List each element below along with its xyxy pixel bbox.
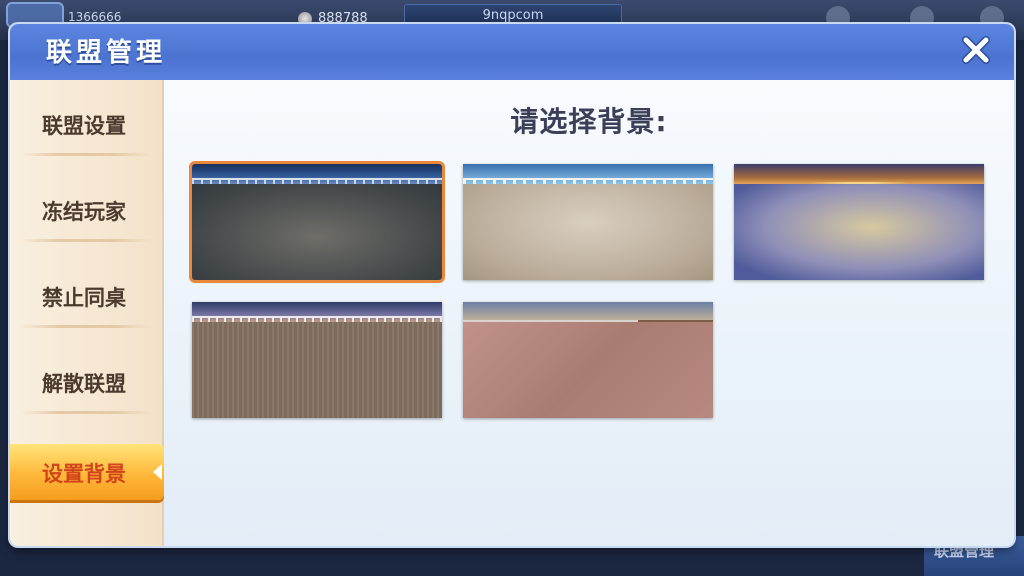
thumb-floor xyxy=(192,322,442,418)
sidebar-item-set-background[interactable]: 设置背景 xyxy=(10,444,164,500)
sidebar-item-label: 联盟设置 xyxy=(42,114,126,138)
background-option-2[interactable] xyxy=(463,164,713,280)
background-option-1[interactable] xyxy=(192,164,442,280)
sidebar-item-league-settings[interactable]: 联盟设置 xyxy=(10,90,162,156)
background-option-3[interactable] xyxy=(734,164,984,280)
thumb-floor xyxy=(463,322,713,418)
sidebar-item-dissolve-league[interactable]: 解散联盟 xyxy=(10,348,162,414)
close-button[interactable] xyxy=(958,32,994,68)
dialog-title: 联盟管理 xyxy=(46,38,167,68)
sidebar-item-label: 解散联盟 xyxy=(42,372,126,396)
close-icon xyxy=(962,36,990,64)
divider xyxy=(20,239,152,242)
background-option-5[interactable] xyxy=(463,302,713,418)
divider xyxy=(20,411,152,414)
thumb-sky xyxy=(463,302,713,322)
page-title: 请选择背景: xyxy=(510,105,668,138)
site-label: 9nqpcom xyxy=(482,8,544,23)
sidebar-item-ban-same-table[interactable]: 禁止同桌 xyxy=(10,262,162,328)
background-picker: 请选择背景: xyxy=(164,80,1014,546)
sidebar: 联盟设置 冻结玩家 禁止同桌 解散联盟 设置背景 xyxy=(10,80,164,546)
sidebar-item-label: 冻结玩家 xyxy=(42,200,126,224)
title-bar: 联盟管理 xyxy=(10,24,1014,80)
sidebar-item-label: 设置背景 xyxy=(42,462,126,486)
thumb-sky xyxy=(734,164,984,184)
sidebar-item-freeze-player[interactable]: 冻结玩家 xyxy=(10,176,162,242)
sidebar-item-label: 禁止同桌 xyxy=(42,286,126,310)
active-pointer-icon xyxy=(153,464,162,480)
league-management-dialog: 联盟管理 联盟设置 冻结玩家 禁止同桌 解散联盟 设置背景 请选择背景: xyxy=(10,24,1014,546)
thumb-floor xyxy=(192,184,442,280)
divider xyxy=(20,325,152,328)
background-option-4[interactable] xyxy=(192,302,442,418)
divider xyxy=(20,153,152,156)
player-id: 1366666 xyxy=(68,10,122,24)
thumb-floor xyxy=(463,184,713,280)
thumb-floor xyxy=(734,184,984,280)
